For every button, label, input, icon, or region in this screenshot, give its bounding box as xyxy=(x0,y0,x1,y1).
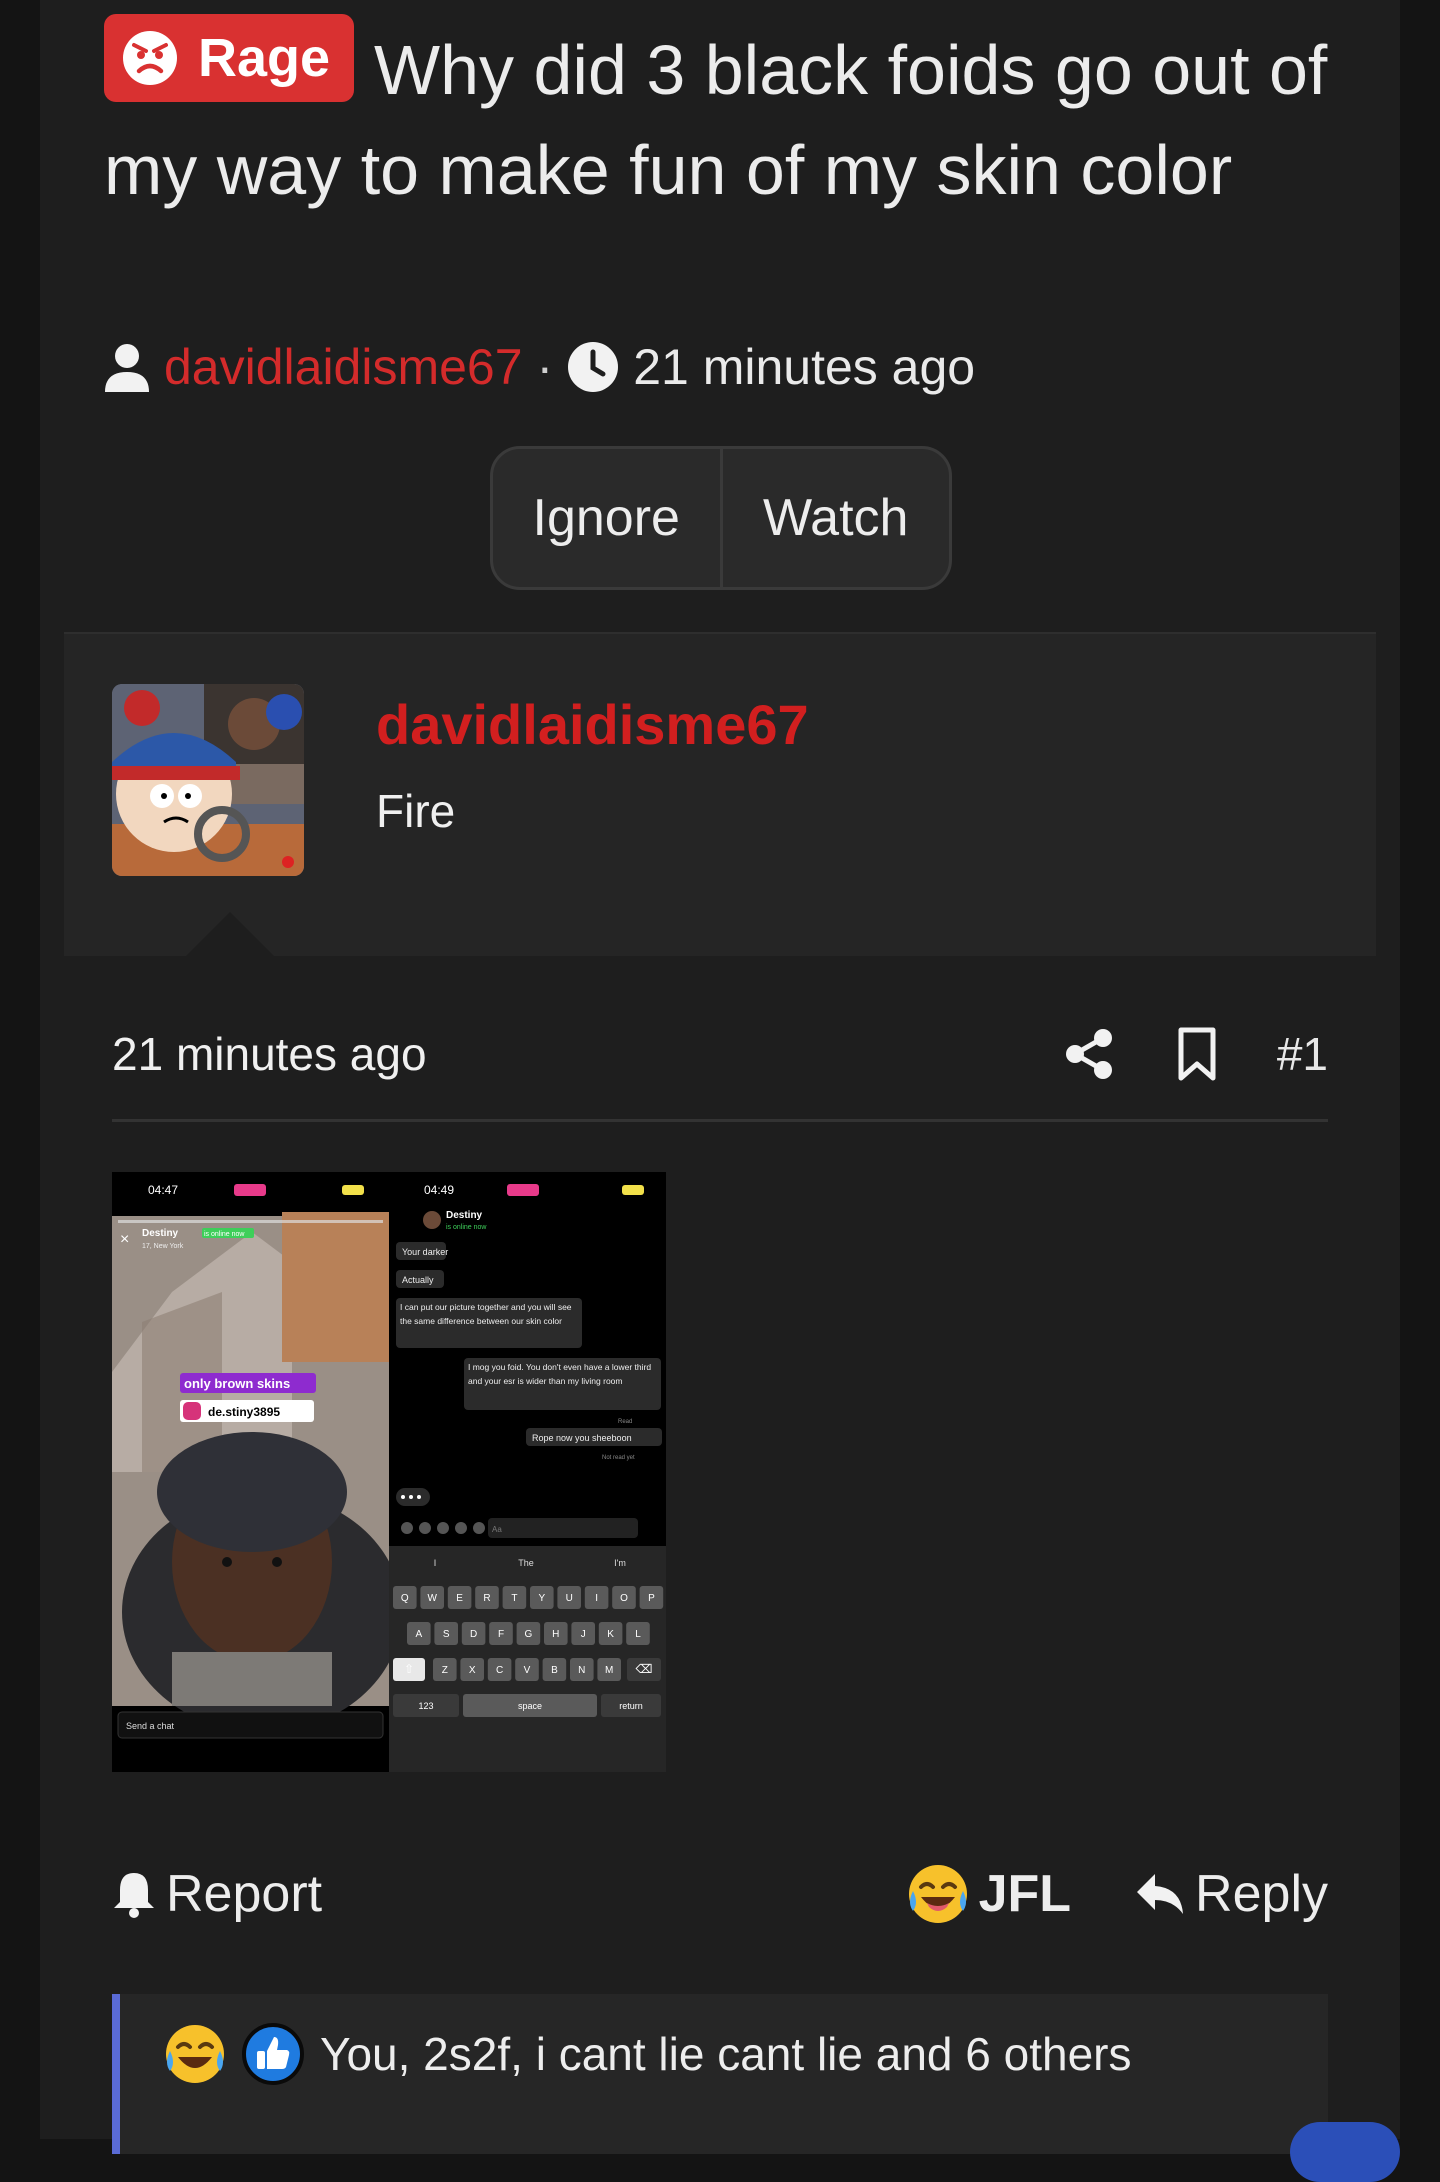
keyboard-key-label: D xyxy=(470,1629,477,1640)
angry-face-icon xyxy=(123,31,177,85)
laughing-crying-emoji-icon xyxy=(166,2025,224,2083)
keyboard-key-123-label: 123 xyxy=(418,1701,433,1711)
user-icon xyxy=(105,344,149,392)
attachment-image[interactable]: 04:47 × Destiny is online now 17, New Yo… xyxy=(112,1172,666,1772)
bookmark-icon[interactable] xyxy=(1169,1026,1225,1082)
thread-meta: davidlaidisme67 · 21 minutes ago xyxy=(104,332,975,402)
keyboard-key-label: V xyxy=(524,1665,531,1676)
msg-3: I can put our picture together and you w… xyxy=(400,1302,572,1326)
reply-icon xyxy=(1137,1874,1184,1914)
keyboard-key-label: S xyxy=(443,1629,450,1640)
thread-button-group: Ignore Watch xyxy=(490,446,952,590)
right-input: Aa xyxy=(492,1525,502,1534)
post-meta: 21 minutes ago #1 xyxy=(112,996,1328,1122)
avatar[interactable] xyxy=(112,684,304,876)
thread-title: Rage Why did 3 black foids go out of my … xyxy=(104,14,1344,220)
post-user-block: davidlaidisme67 Fire xyxy=(64,632,1376,958)
avatar-image xyxy=(112,684,304,876)
meta-separator: · xyxy=(536,339,554,395)
thumbs-up-icon xyxy=(242,2023,304,2085)
post-username[interactable]: davidlaidisme67 xyxy=(376,692,809,757)
reply-button[interactable]: Reply xyxy=(1135,1864,1328,1924)
msg-5: Rope now you sheeboon xyxy=(532,1433,632,1443)
keyboard-key-label: P xyxy=(648,1593,655,1604)
reply-label: Reply xyxy=(1195,1865,1328,1923)
keyboard-key-shift-label: ⇧ xyxy=(404,1662,414,1676)
left-sub: 17, New York xyxy=(142,1243,184,1250)
report-button[interactable]: Report xyxy=(112,1864,322,1924)
keyboard-key-label: T xyxy=(511,1593,517,1604)
thread-prefix-label: Rage xyxy=(198,28,331,88)
keyboard-key-label: E xyxy=(456,1593,463,1604)
keyboard-key-label: Q xyxy=(401,1593,409,1604)
keyboard-key-label: Z xyxy=(442,1665,448,1676)
left-clock: 04:47 xyxy=(148,1183,178,1197)
sticker-only-brown-skins: only brown skins xyxy=(184,1376,290,1391)
keyboard-key-space-label: space xyxy=(518,1701,542,1711)
thread-author-link[interactable]: davidlaidisme67 xyxy=(164,338,523,396)
keyboard-suggestion: I xyxy=(434,1558,437,1568)
keyboard-suggestion: I'm xyxy=(614,1558,626,1568)
keyboard-key-label: M xyxy=(605,1665,613,1676)
left-name: Destiny xyxy=(142,1228,179,1239)
receipt-not-read: Not read yet xyxy=(602,1455,635,1461)
report-label: Report xyxy=(166,1865,323,1923)
keyboard-key-label: W xyxy=(427,1593,437,1604)
right-clock: 04:49 xyxy=(424,1183,454,1197)
share-icon[interactable] xyxy=(1061,1026,1117,1082)
reactions-text: You, 2s2f, i cant lie cant lie and 6 oth… xyxy=(320,2028,1132,2080)
keyboard-key-label: H xyxy=(552,1629,559,1640)
watch-button[interactable]: Watch xyxy=(719,449,950,587)
keyboard-key-label: A xyxy=(415,1629,422,1640)
keyboard-key-return-label: return xyxy=(619,1701,643,1711)
bell-icon xyxy=(114,1873,154,1918)
keyboard-key-label: L xyxy=(635,1629,641,1640)
keyboard-key-label: R xyxy=(483,1593,490,1604)
jfl-button[interactable]: JFL xyxy=(907,1863,1071,1925)
keyboard-key-label: X xyxy=(469,1665,476,1676)
thread-prefix-badge[interactable]: Rage xyxy=(104,14,355,102)
right-status: is online now xyxy=(446,1224,487,1231)
left-send-chat: Send a chat xyxy=(126,1721,175,1731)
thread-time: 21 minutes ago xyxy=(633,339,976,395)
post-date[interactable]: 21 minutes ago xyxy=(112,1027,1009,1081)
post-number[interactable]: #1 xyxy=(1277,1027,1328,1081)
keyboard-key-label: G xyxy=(525,1629,533,1640)
keyboard-key-label: I xyxy=(595,1593,598,1604)
msg-4: I mog you foid. You don't even have a lo… xyxy=(468,1362,652,1386)
receipt-read: Read xyxy=(618,1419,632,1425)
keyboard-suggestion: The xyxy=(518,1558,534,1568)
post-actions: Report JFL Reply xyxy=(112,1856,1328,1932)
floating-action-button[interactable] xyxy=(1290,2122,1400,2182)
reactions-bar[interactable]: You, 2s2f, i cant lie cant lie and 6 oth… xyxy=(112,1994,1328,2154)
page: Rage Why did 3 black foids go out of my … xyxy=(40,0,1400,2182)
keyboard-key-label: J xyxy=(581,1629,586,1640)
right-name: Destiny xyxy=(446,1210,483,1221)
ignore-button[interactable]: Ignore xyxy=(493,449,720,587)
left-status: is online now xyxy=(204,1231,245,1238)
laughing-crying-emoji-icon xyxy=(908,1865,967,1923)
keyboard-key-label: U xyxy=(566,1593,573,1604)
keyboard-key-label: F xyxy=(498,1629,504,1640)
keyboard-key-label: Y xyxy=(538,1593,545,1604)
keyboard-key-label: K xyxy=(607,1629,614,1640)
sticker-instagram: de.stiny3895 xyxy=(208,1405,280,1419)
keyboard-key-label: C xyxy=(496,1665,503,1676)
keyboard-key-label: B xyxy=(551,1665,558,1676)
msg-1: Your darker xyxy=(402,1247,448,1257)
clock-icon xyxy=(568,342,619,392)
svg-text:×: × xyxy=(120,1231,129,1248)
jfl-label: JFL xyxy=(978,1865,1072,1923)
keyboard-key-label: N xyxy=(578,1665,585,1676)
msg-2: Actually xyxy=(402,1275,434,1285)
post-user-arrow xyxy=(184,912,276,958)
post-user-title: Fire xyxy=(376,785,456,837)
keyboard-key-backspace-label: ⌫ xyxy=(636,1662,653,1676)
keyboard-key-label: O xyxy=(620,1593,628,1604)
